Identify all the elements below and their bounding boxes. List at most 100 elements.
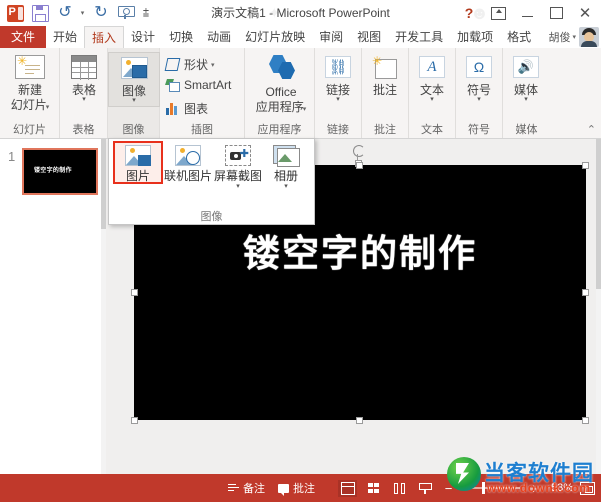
save-icon[interactable] <box>29 2 51 24</box>
media-caret-icon[interactable]: ▾ <box>524 96 528 103</box>
text-button[interactable]: A 文本 ▾ <box>406 52 458 103</box>
resize-handle-top-right[interactable] <box>582 162 589 169</box>
comment-icon: ✳ <box>369 52 401 82</box>
resize-handle-top-center[interactable] <box>356 162 363 169</box>
zoom-in-button[interactable]: + <box>527 481 540 496</box>
tab-animations[interactable]: 动画 <box>200 26 238 48</box>
group-label-symbols: 符号 <box>468 124 490 136</box>
tab-review[interactable]: 审阅 <box>312 26 350 48</box>
link-button[interactable]: ⛓ 链接 ▾ <box>312 52 364 103</box>
ribbon-display-options-icon[interactable] <box>484 1 512 25</box>
office-apps-button[interactable]: Office 应用程序▾ <box>253 52 309 116</box>
tab-insert[interactable]: 插入 <box>84 26 125 48</box>
images-icon <box>118 53 150 83</box>
table-caret-icon[interactable]: ▾ <box>82 96 86 103</box>
avatar[interactable] <box>579 27 599 47</box>
tab-slideshow[interactable]: 幻灯片放映 <box>238 26 312 48</box>
symbol-caret-icon[interactable]: ▾ <box>477 96 481 103</box>
resize-handle-middle-left[interactable] <box>131 289 138 296</box>
status-bar: 备注 批注 − + 53% <box>0 474 601 502</box>
maximize-icon[interactable] <box>542 1 570 25</box>
picture-icon <box>123 142 153 168</box>
dropdown-item-photo-album[interactable]: 相册 ▾ <box>262 142 310 190</box>
tab-file[interactable]: 文件 <box>0 26 47 48</box>
collapse-ribbon-icon[interactable]: ⌃ <box>587 123 596 136</box>
link-icon: ⛓ <box>322 52 354 82</box>
fit-slide-to-window-button[interactable] <box>580 481 595 495</box>
dropdown-item-screenshot-label: 屏幕截图 <box>214 169 263 183</box>
resize-handle-bottom-left[interactable] <box>131 417 138 424</box>
undo-icon[interactable]: ↺ <box>54 2 76 24</box>
comments-label: 批注 <box>293 483 315 495</box>
ribbon-group-comments: ✳ 批注 批注 <box>362 48 409 138</box>
comment-button[interactable]: ✳ 批注 <box>359 52 411 97</box>
dropdown-item-photo-album-label: 相册 <box>273 169 298 183</box>
view-slide-sorter-button[interactable] <box>364 480 383 497</box>
customize-qat-icon[interactable]: ⩲ <box>140 2 152 24</box>
zoom-slider-knob[interactable] <box>482 482 485 494</box>
table-button[interactable]: 表格 ▾ <box>58 52 110 103</box>
zoom-level: 53% <box>550 482 573 494</box>
redo-icon[interactable]: ↻ <box>90 2 112 24</box>
tab-home[interactable]: 开始 <box>46 26 84 48</box>
ribbon-group-links: ⛓ 链接 ▾ 链接 <box>315 48 362 138</box>
tab-addins[interactable]: 加载项 <box>450 26 500 48</box>
start-presentation-icon[interactable] <box>115 2 137 24</box>
ribbon-group-media: 🔊 媒体 ▾ 媒体 <box>503 48 550 138</box>
online-pictures-icon <box>173 142 203 168</box>
text-caret-icon[interactable]: ▾ <box>430 96 434 103</box>
resize-handle-bottom-center[interactable] <box>356 417 363 424</box>
account-area[interactable]: 胡俊 ▾ <box>548 26 599 48</box>
notes-button[interactable]: 备注 <box>228 480 265 496</box>
screenshot-icon: ✚ <box>223 142 253 168</box>
dropdown-item-screenshot[interactable]: ✚ 屏幕截图 ▾ <box>214 142 262 190</box>
tab-developer[interactable]: 开发工具 <box>388 26 450 48</box>
view-reading-button[interactable] <box>390 480 409 497</box>
shapes-caret-icon[interactable]: ▾ <box>211 61 215 69</box>
dropdown-item-online-pictures-label: 联机图片 <box>164 169 213 183</box>
slide-scrollbar[interactable] <box>596 139 601 474</box>
group-label-slides: 幻灯片 <box>13 124 46 136</box>
screenshot-caret-icon[interactable]: ▾ <box>236 183 240 190</box>
images-button[interactable]: 图像 ▾ <box>108 52 160 107</box>
tab-design[interactable]: 设计 <box>124 26 162 48</box>
link-caret-icon[interactable]: ▾ <box>336 96 340 103</box>
images-caret-icon[interactable]: ▾ <box>132 97 136 104</box>
tab-transitions[interactable]: 切换 <box>162 26 200 48</box>
view-slideshow-button[interactable] <box>416 480 435 497</box>
photo-album-caret-icon[interactable]: ▾ <box>284 183 288 190</box>
dropdown-item-online-pictures[interactable]: 联机图片 <box>164 142 212 183</box>
help-icon[interactable]: ? <box>455 1 483 25</box>
tab-format[interactable]: 格式 <box>500 26 538 48</box>
undo-dropdown-icon[interactable]: ▾ <box>79 2 87 24</box>
slide-thumbnail-pane: 1 镂空字的制作 <box>0 139 107 474</box>
resize-handle-middle-right[interactable] <box>582 289 589 296</box>
smartart-button[interactable]: SmartArt <box>165 78 231 92</box>
tab-view[interactable]: 视图 <box>350 26 388 48</box>
symbol-button[interactable]: Ω 符号 ▾ <box>453 52 505 103</box>
close-icon[interactable]: ✕ <box>571 1 599 25</box>
ribbon-group-slides: ✳ 新建 幻灯片▾ 幻灯片 <box>0 48 60 138</box>
view-normal-button[interactable] <box>338 479 357 497</box>
media-button[interactable]: 🔊 媒体 ▾ <box>500 52 552 103</box>
comments-button[interactable]: 批注 <box>278 480 315 496</box>
chart-button[interactable]: 图表 <box>166 100 208 117</box>
minimize-icon[interactable] <box>513 1 541 25</box>
slide-title-text[interactable]: 镂空字的制作 <box>134 223 586 277</box>
group-label-table: 表格 <box>72 124 95 136</box>
zoom-slider[interactable] <box>462 482 520 494</box>
new-slide-button[interactable]: ✳ 新建 幻灯片▾ <box>4 52 56 114</box>
slide-thumbnail-1[interactable]: 镂空字的制作 <box>22 148 98 195</box>
zoom-out-button[interactable]: − <box>442 481 455 496</box>
ribbon-group-table: 表格 ▾ 表格 <box>60 48 108 138</box>
account-caret-icon[interactable]: ▾ <box>572 33 576 41</box>
dropdown-item-picture[interactable]: 图片 <box>113 141 163 184</box>
new-slide-caret-icon[interactable]: ▾ <box>46 104 50 111</box>
shapes-button[interactable]: 形状 ▾ <box>164 56 215 73</box>
slide-show-icon <box>419 482 432 494</box>
office-apps-caret-icon[interactable]: ▾ <box>303 106 307 113</box>
ribbon-group-images: 图像 ▾ 图像 <box>108 48 160 138</box>
resize-handle-bottom-right[interactable] <box>582 417 589 424</box>
table-icon <box>68 52 100 82</box>
ribbon-group-apps: Office 应用程序▾ 应用程序 <box>245 48 315 138</box>
